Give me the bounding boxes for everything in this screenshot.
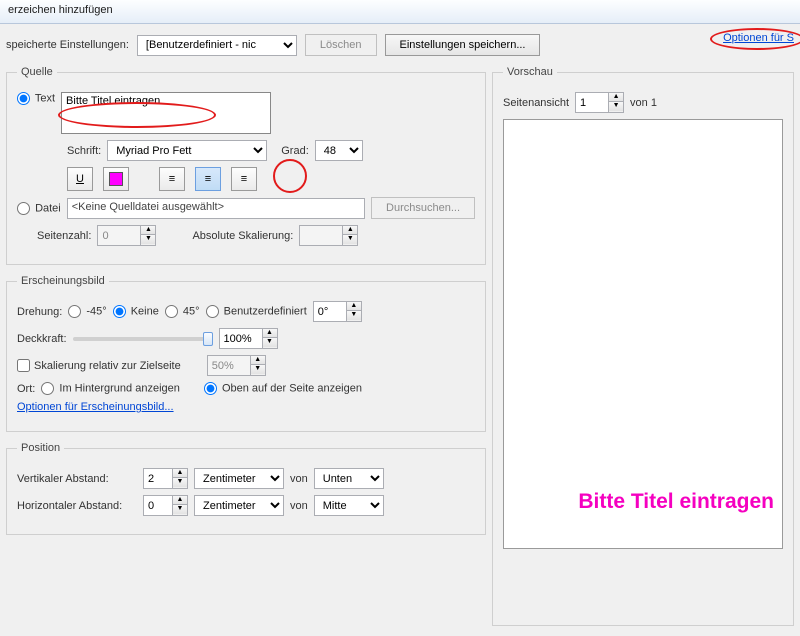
rot-none-radio[interactable]: Keine — [113, 305, 159, 318]
slider-thumb-icon[interactable] — [203, 332, 213, 346]
saved-settings-label: speicherte Einstellungen: — [6, 39, 129, 51]
vdist-unit-select[interactable]: Zentimeter — [194, 468, 284, 489]
file-path-display: <Keine Quelldatei ausgewählt> — [67, 198, 365, 219]
hdist-input[interactable] — [143, 495, 173, 516]
text-radio[interactable]: Text — [17, 92, 55, 105]
pageview-label: Seitenansicht — [503, 97, 569, 109]
place-bg-radio[interactable]: Im Hintergrund anzeigen — [41, 382, 180, 395]
scale-input — [207, 355, 251, 376]
pageview-input[interactable] — [575, 92, 609, 113]
scale-checkbox[interactable]: Skalierung relativ zur Zielseite — [17, 359, 181, 372]
vdist-from-select[interactable]: Unten — [314, 468, 384, 489]
rot-custom-radio[interactable]: Benutzerdefiniert — [206, 305, 307, 318]
appearance-options-link[interactable]: Optionen für Erscheinungsbild... — [17, 401, 174, 413]
spin-down-icon: ▼ — [141, 235, 155, 244]
font-select[interactable]: Myriad Pro Fett — [107, 140, 267, 161]
position-fieldset: Position Vertikaler Abstand: ▲▼ Zentimet… — [6, 442, 486, 535]
place-label: Ort: — [17, 383, 35, 395]
page-options-link[interactable]: Optionen für S — [723, 32, 794, 44]
size-select[interactable]: 48 — [315, 140, 363, 161]
underline-button[interactable]: U — [67, 167, 93, 191]
watermark-text-input[interactable]: Bitte Titel eintragen — [61, 92, 271, 134]
vdist-label: Vertikaler Abstand: — [17, 473, 137, 485]
source-legend: Quelle — [17, 66, 57, 78]
spin-up-icon: ▲ — [141, 226, 155, 235]
file-radio[interactable]: Datei — [17, 202, 61, 215]
browse-button: Durchsuchen... — [371, 197, 475, 219]
font-label: Schrift: — [67, 145, 101, 157]
rotation-label: Drehung: — [17, 306, 62, 318]
source-fieldset: Quelle Text Bitte Titel eintragen Schrif… — [6, 66, 486, 265]
preview-fieldset: Vorschau Seitenansicht ▲▼ von 1 Bitte Ti… — [492, 66, 794, 626]
position-legend: Position — [17, 442, 64, 454]
opacity-slider[interactable] — [73, 337, 213, 341]
color-swatch-icon — [109, 172, 123, 186]
color-button[interactable] — [103, 167, 129, 191]
hdist-from-select[interactable]: Mitte — [314, 495, 384, 516]
rot-m45-radio[interactable]: -45° — [68, 305, 106, 318]
rotation-input[interactable] — [313, 301, 347, 322]
rot-45-radio[interactable]: 45° — [165, 305, 200, 318]
window-titlebar: erzeichen hinzufügen — [0, 0, 800, 24]
preview-canvas: Bitte Titel eintragen — [503, 119, 783, 549]
hdist-label: Horizontaler Abstand: — [17, 500, 137, 512]
opacity-input[interactable] — [219, 328, 263, 349]
hdist-unit-select[interactable]: Zentimeter — [194, 495, 284, 516]
opacity-label: Deckkraft: — [17, 333, 67, 345]
size-label: Grad: — [281, 145, 309, 157]
v-from-label: von — [290, 473, 308, 485]
absscale-input — [299, 225, 343, 246]
delete-button: Löschen — [305, 34, 377, 56]
appearance-fieldset: Erscheinungsbild Drehung: -45° Keine 45°… — [6, 275, 486, 432]
toolbar: speicherte Einstellungen: [Benutzerdefin… — [0, 24, 800, 66]
appearance-legend: Erscheinungsbild — [17, 275, 109, 287]
watermark-preview-text: Bitte Titel eintragen — [578, 490, 774, 514]
vdist-input[interactable] — [143, 468, 173, 489]
align-center-button[interactable]: ≡ — [195, 167, 221, 191]
preset-select[interactable]: [Benutzerdefiniert - nic — [137, 35, 297, 56]
save-settings-button[interactable]: Einstellungen speichern... — [385, 34, 541, 56]
align-left-button[interactable]: ≡ — [159, 167, 185, 191]
place-fg-radio[interactable]: Oben auf der Seite anzeigen — [204, 382, 362, 395]
pagecount-input — [97, 225, 141, 246]
pageview-of-label: von 1 — [630, 97, 657, 109]
align-right-button[interactable]: ≡ — [231, 167, 257, 191]
h-from-label: von — [290, 500, 308, 512]
pagecount-label: Seitenzahl: — [37, 230, 91, 242]
absscale-label: Absolute Skalierung: — [192, 230, 293, 242]
preview-legend: Vorschau — [503, 66, 557, 78]
